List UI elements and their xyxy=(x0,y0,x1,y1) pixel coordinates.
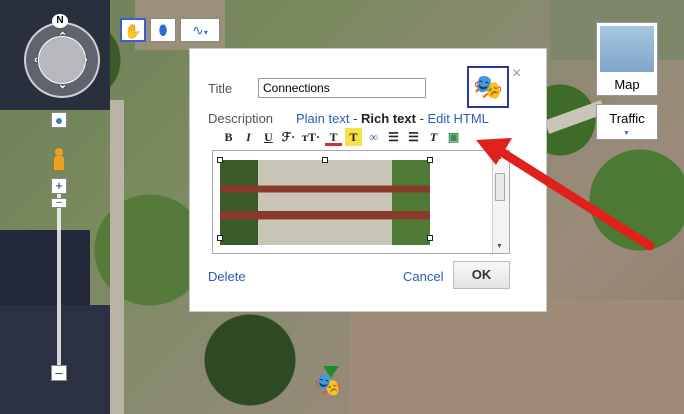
remove-format-button[interactable]: T xyxy=(425,128,442,146)
description-mode-switch: Plain text - Rich text - Edit HTML xyxy=(296,111,489,126)
compass-north-label: N xyxy=(52,14,68,28)
description-label: Description xyxy=(208,111,274,126)
hand-icon: ✋ xyxy=(124,23,142,39)
link-button[interactable]: ∞ xyxy=(365,128,382,146)
font-size-button[interactable]: тT· xyxy=(300,128,322,146)
pan-up-icon[interactable]: ⌃ xyxy=(58,30,67,43)
mode-separator: - xyxy=(415,111,428,126)
bold-button[interactable]: B xyxy=(220,128,237,146)
placemark-edit-window: × Title 🎭 Description Plain text - Rich … xyxy=(190,49,546,311)
font-button[interactable]: ℱ· xyxy=(280,128,297,146)
ok-button[interactable]: OK xyxy=(453,261,510,289)
plain-text-link[interactable]: Plain text xyxy=(296,111,349,126)
scrollbar-thumb[interactable] xyxy=(495,173,505,201)
resize-handle[interactable] xyxy=(217,235,223,241)
chevron-down-icon: ▼ xyxy=(623,130,630,137)
zoom-in-button[interactable]: + xyxy=(51,178,67,194)
placemark-icon-picker[interactable]: 🎭 xyxy=(467,66,509,108)
editor-scrollbar[interactable]: ▲ ▼ xyxy=(492,151,509,253)
numbered-list-button[interactable]: ☰ xyxy=(385,128,402,146)
reset-view-button[interactable] xyxy=(51,112,67,128)
pan-right-icon[interactable]: › xyxy=(84,54,88,66)
theater-masks-icon: 🎭 xyxy=(473,73,503,101)
resize-handle[interactable] xyxy=(427,157,433,163)
placemark-tool-button[interactable]: ⬮ xyxy=(150,18,176,42)
title-label: Title xyxy=(208,81,233,96)
building-roof xyxy=(0,230,90,305)
road xyxy=(110,100,124,414)
street-view-pegman-icon[interactable] xyxy=(52,148,66,172)
highlight-button[interactable]: T xyxy=(345,128,362,146)
description-editor[interactable]: ▲ ▼ xyxy=(212,150,510,254)
world-map-thumbnail-icon xyxy=(600,26,654,72)
scroll-up-icon[interactable]: ▲ xyxy=(496,154,503,161)
italic-button[interactable]: I xyxy=(240,128,257,146)
zoom-out-button[interactable]: – xyxy=(51,365,67,381)
pan-control[interactable]: ⌃ ⌄ ‹ › xyxy=(24,22,100,98)
building-roof xyxy=(0,305,110,414)
traffic-label: Traffic xyxy=(609,111,645,126)
zoom-slider-handle[interactable]: – xyxy=(51,198,67,208)
text-color-button[interactable]: T xyxy=(325,128,342,146)
insert-image-button[interactable]: ▣ xyxy=(445,128,462,146)
traffic-button[interactable]: Traffic ▼ xyxy=(596,104,658,140)
close-icon[interactable]: × xyxy=(512,65,521,83)
map-type-label: Map xyxy=(614,77,640,92)
title-input[interactable] xyxy=(258,78,426,98)
hand-tool-button[interactable]: ✋ xyxy=(120,18,146,42)
edit-html-link[interactable]: Edit HTML xyxy=(428,111,489,126)
embedded-photo[interactable] xyxy=(220,160,430,245)
resize-handle[interactable] xyxy=(322,157,328,163)
rich-text-toolbar: B I U ℱ· тT· T T ∞ ☰ ☰ T ▣ xyxy=(220,128,462,146)
line-tool-button[interactable]: ∿▾ xyxy=(180,18,220,42)
line-tool-icon: ∿ xyxy=(192,22,204,38)
theater-masks-marker-icon[interactable]: 🎭 xyxy=(314,372,341,398)
rich-text-mode: Rich text xyxy=(361,111,416,126)
pan-left-icon[interactable]: ‹ xyxy=(34,54,38,66)
zoom-slider-track[interactable] xyxy=(57,190,61,370)
chevron-down-icon: ▾ xyxy=(203,28,208,37)
scroll-down-icon[interactable]: ▼ xyxy=(496,243,503,250)
reset-view-icon xyxy=(56,118,62,124)
underline-button[interactable]: U xyxy=(260,128,277,146)
resize-handle[interactable] xyxy=(217,157,223,163)
pan-center xyxy=(38,36,86,84)
cancel-link[interactable]: Cancel xyxy=(403,269,443,284)
mode-separator: - xyxy=(349,111,362,126)
delete-link[interactable]: Delete xyxy=(208,269,246,284)
bulleted-list-button[interactable]: ☰ xyxy=(405,128,422,146)
building-roof xyxy=(350,300,684,414)
placemark-icon: ⬮ xyxy=(158,22,168,38)
resize-handle[interactable] xyxy=(427,235,433,241)
map-type-button[interactable]: Map xyxy=(596,22,658,96)
pan-down-icon[interactable]: ⌄ xyxy=(58,78,67,91)
